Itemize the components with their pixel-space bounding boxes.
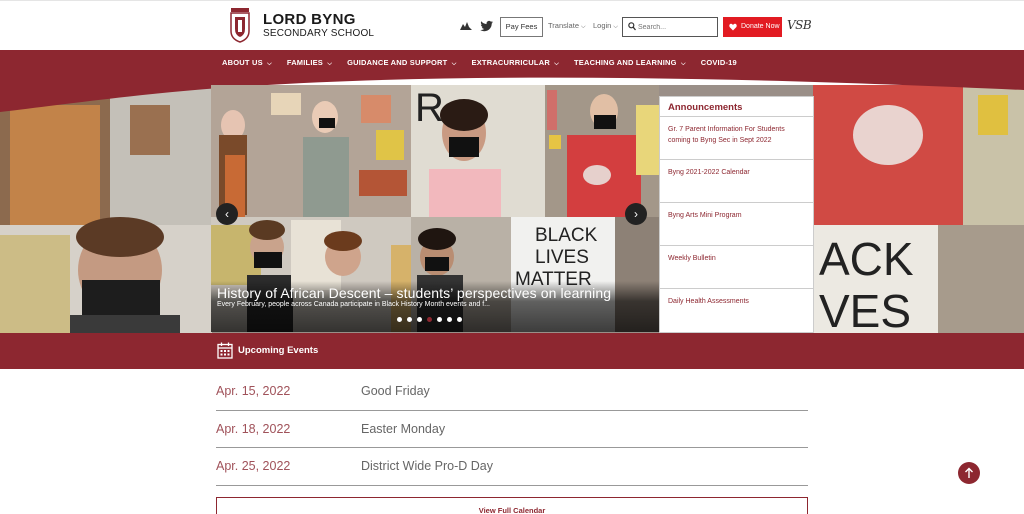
announcement-link[interactable]: Weekly Bulletin	[660, 245, 813, 288]
slider-dot[interactable]	[397, 317, 402, 322]
slider-dot[interactable]	[407, 317, 412, 322]
announcement-link[interactable]: Gr. 7 Parent Information For Students co…	[660, 116, 813, 159]
svg-text:R: R	[415, 86, 444, 130]
event-name[interactable]: Easter Monday	[361, 422, 445, 436]
upcoming-events-bar: Upcoming Events	[0, 333, 1024, 369]
event-row[interactable]: Apr. 15, 2022 Good Friday	[216, 373, 808, 411]
slide-title[interactable]: History of African Descent – students’ p…	[217, 285, 611, 301]
nav-item-label: COVID-19	[700, 58, 737, 67]
svg-text:ACK: ACK	[819, 233, 914, 285]
chevron-down-icon: ⌵	[327, 61, 333, 67]
sign-text-line1: BLACK	[535, 225, 598, 246]
nav-item-teaching-and-learning[interactable]: TEACHING AND LEARNING ⌵	[574, 58, 686, 68]
page: LORD BYNG SECONDARY SCHOOL Pay Fees Tran…	[0, 0, 1024, 514]
sign-text-line2: LIVES	[535, 247, 589, 268]
slider-dot[interactable]	[447, 317, 452, 322]
slider-prev-button[interactable]: ‹	[216, 203, 238, 225]
pay-fees-button[interactable]: Pay Fees	[500, 17, 543, 37]
bird-icon[interactable]	[459, 19, 473, 33]
search-box	[622, 17, 718, 37]
nav-item-label: TEACHING AND LEARNING	[573, 58, 677, 67]
hero-background-left	[0, 85, 212, 333]
vsb-logo[interactable]: VSB	[787, 18, 812, 32]
chevron-down-icon: ⌵	[613, 24, 618, 30]
view-full-calendar-button[interactable]: View Full Calendar	[216, 497, 808, 514]
chevron-left-icon: ‹	[225, 207, 229, 221]
crest-icon	[230, 8, 250, 43]
announcements-panel: Announcements Gr. 7 Parent Information F…	[659, 96, 814, 333]
calendar-icon	[217, 342, 233, 359]
slider-next-button[interactable]: ›	[625, 203, 647, 225]
chevron-down-icon: ⌵	[267, 61, 272, 67]
back-to-top-button[interactable]	[958, 462, 980, 484]
arrow-up-icon	[965, 467, 973, 478]
hero-background-right: ACK VES	[813, 85, 1024, 333]
announcement-link[interactable]: Daily Health Assessments	[660, 288, 813, 331]
nav-item-guidance-and-support[interactable]: GUIDANCE AND SUPPORT ⌵	[347, 58, 456, 68]
upcoming-events-title: Upcoming Events	[238, 345, 319, 356]
nav-item-label: GUIDANCE AND SUPPORT	[347, 58, 448, 67]
nav-item-extracurricular[interactable]: EXTRACURRICULAR ⌵	[472, 58, 559, 68]
nav-item-label: FAMILIES	[286, 58, 324, 67]
nav-item-label: EXTRACURRICULAR	[471, 58, 550, 67]
search-icon[interactable]	[628, 22, 636, 31]
event-name[interactable]: District Wide Pro-D Day	[361, 459, 493, 473]
chevron-down-icon: ⌵	[581, 24, 586, 30]
nav-item-families[interactable]: FAMILIES ⌵	[287, 58, 332, 68]
event-date: Apr. 15, 2022	[216, 384, 291, 398]
chevron-right-icon: ›	[634, 207, 638, 221]
nav-item-covid-19[interactable]: COVID-19	[701, 58, 737, 68]
svg-text:VES: VES	[819, 285, 911, 333]
event-name[interactable]: Good Friday	[361, 384, 430, 398]
announcement-link[interactable]: Byng 2021-2022 Calendar	[660, 159, 813, 202]
slider-dot[interactable]	[437, 317, 442, 322]
event-date: Apr. 18, 2022	[216, 421, 291, 436]
heart-icon	[729, 23, 737, 31]
events-list: Apr. 15, 2022 Good Friday Apr. 18, 2022 …	[216, 373, 808, 486]
event-date: Apr. 25, 2022	[216, 459, 291, 473]
slider-dot[interactable]	[457, 317, 462, 322]
donate-button[interactable]: Donate Now	[723, 17, 782, 37]
hero-slider[interactable]: R BLACK LIVES MATTER History of African …	[211, 85, 659, 332]
chevron-down-icon: ⌵	[554, 61, 559, 67]
twitter-icon[interactable]	[480, 19, 494, 33]
translate-label: Translate	[548, 21, 579, 30]
announcements-title: Announcements	[668, 102, 743, 113]
slide-subtitle: Every February, people across Canada par…	[217, 301, 491, 308]
chevron-down-icon: ⌵	[451, 61, 457, 67]
search-input[interactable]	[638, 20, 716, 34]
school-name: LORD BYNG	[263, 10, 356, 28]
login-dropdown[interactable]: Login ⌵	[593, 21, 618, 31]
nav-item-label: ABOUT US	[222, 58, 263, 67]
translate-dropdown[interactable]: Translate ⌵	[548, 21, 586, 31]
announcement-link[interactable]: Byng Arts Mini Program	[660, 202, 813, 245]
event-row[interactable]: Apr. 18, 2022 Easter Monday	[216, 411, 808, 448]
event-row[interactable]: Apr. 25, 2022 District Wide Pro-D Day	[216, 448, 808, 486]
chevron-down-icon: ⌵	[680, 61, 686, 67]
slider-dot-active[interactable]	[427, 317, 432, 322]
school-name-sub: SECONDARY SCHOOL	[263, 27, 375, 39]
slider-dots	[397, 317, 467, 322]
donate-label: Donate Now	[741, 23, 780, 30]
login-label: Login	[593, 21, 612, 30]
school-logo[interactable]: LORD BYNG SECONDARY SCHOOL	[229, 7, 374, 43]
slider-dot[interactable]	[417, 317, 422, 322]
nav-item-about-us[interactable]: ABOUT US ⌵	[222, 58, 272, 68]
site-header: LORD BYNG SECONDARY SCHOOL Pay Fees Tran…	[0, 0, 1024, 50]
